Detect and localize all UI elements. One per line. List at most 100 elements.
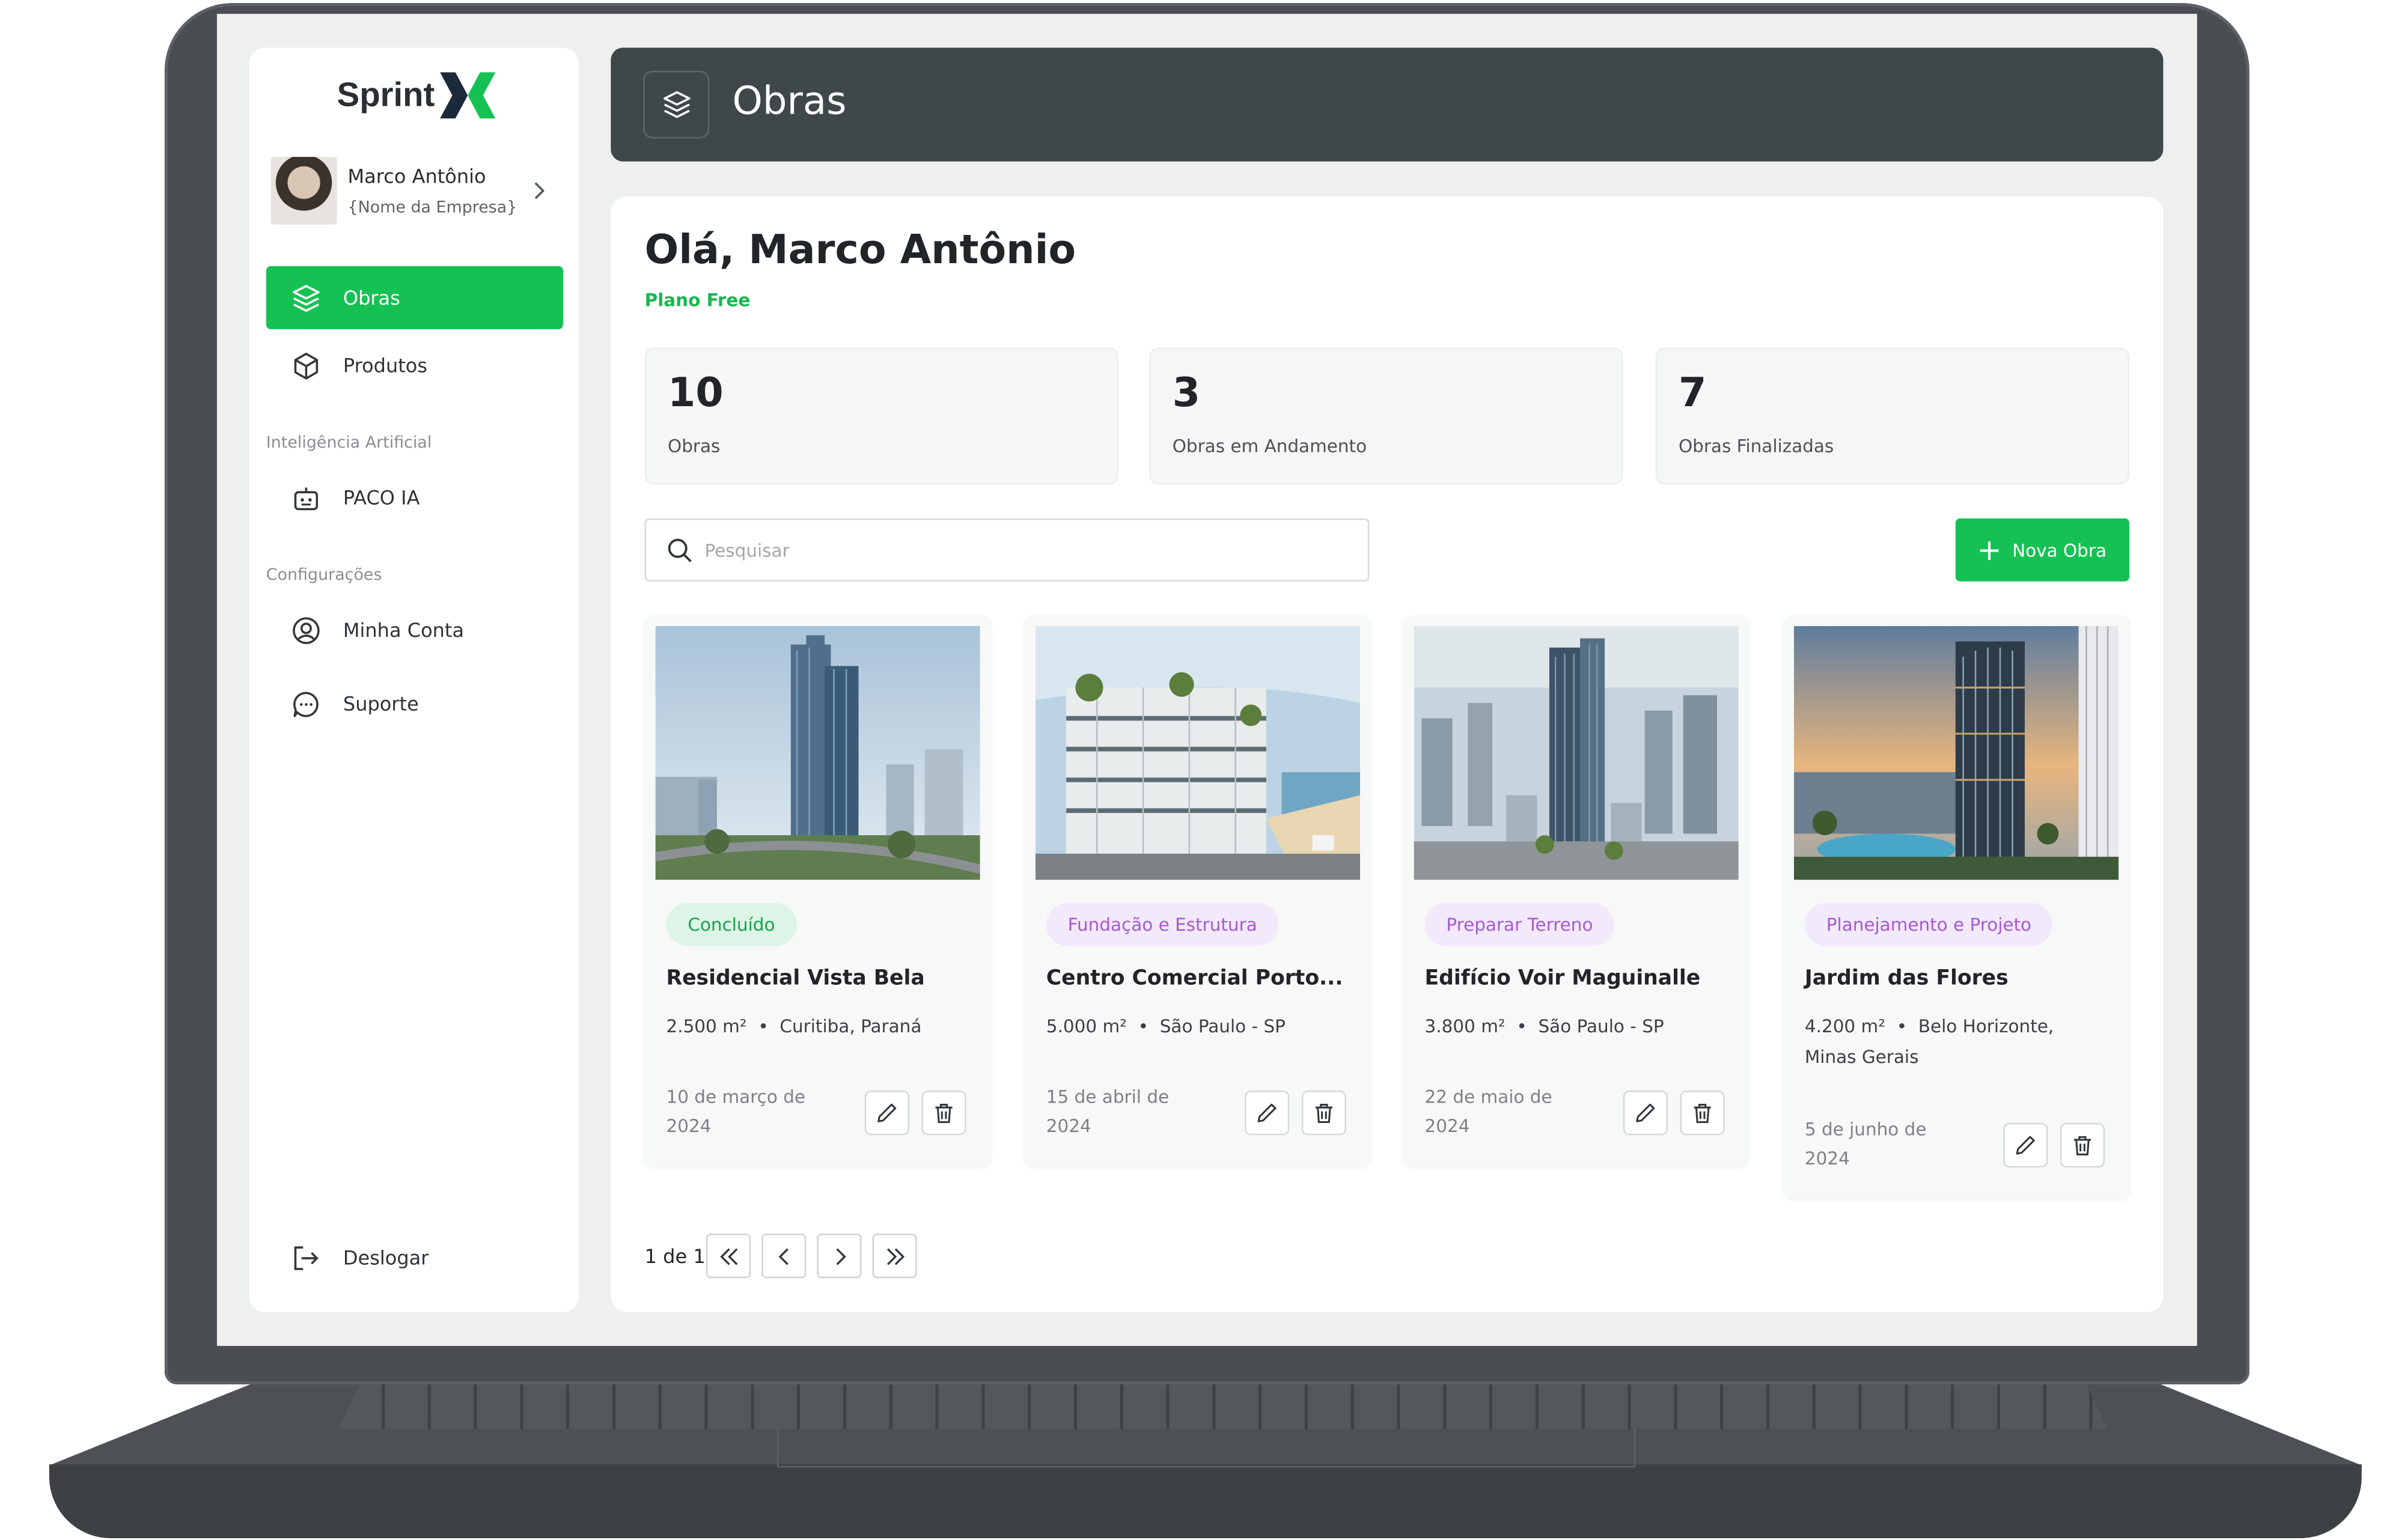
delete-button[interactable] (2060, 1122, 2105, 1168)
project-location: São Paulo - SP (1159, 1015, 1286, 1037)
status-badge: Preparar Terreno (1424, 902, 1615, 946)
layers-icon (293, 284, 320, 311)
edit-button[interactable] (1623, 1091, 1668, 1136)
pencil-icon (877, 1103, 897, 1122)
pencil-icon (1636, 1103, 1655, 1122)
sidebar-item-suporte[interactable]: Suporte (266, 672, 563, 735)
logo: Sprint (337, 69, 498, 121)
stat-label: Obras (668, 435, 721, 457)
chevron-right-icon (534, 182, 545, 199)
project-image (655, 625, 980, 880)
project-card[interactable]: Preparar Terreno Edifício Voir Maguinall… (1403, 615, 1750, 1166)
project-meta: 4.200 m² • Belo Horizonte, Minas Gerais (1805, 1011, 2082, 1072)
page-title: Obras (732, 78, 847, 123)
logout-button[interactable]: Deslogar (266, 1226, 563, 1289)
chevron-left-icon (778, 1247, 788, 1265)
status-badge: Concluído (666, 902, 797, 946)
search-placeholder: Pesquisar (704, 540, 790, 562)
delete-button[interactable] (1680, 1091, 1725, 1136)
trash-icon (935, 1104, 953, 1124)
project-date: 10 de março de 2024 (666, 1086, 805, 1137)
plan-label: Plano Free (644, 289, 751, 311)
prev-page-button[interactable] (761, 1234, 807, 1279)
search-input[interactable]: Pesquisar (644, 518, 1370, 582)
project-meta: 2.500 m² • Curitiba, Paraná (666, 1011, 974, 1041)
header-icon-box (643, 70, 710, 139)
project-date: 15 de abril de 2024 (1046, 1086, 1170, 1137)
project-date: 5 de junho de 2024 (1804, 1118, 1927, 1169)
edit-button[interactable] (2003, 1122, 2048, 1168)
last-page-button[interactable] (872, 1234, 917, 1279)
trash-icon (2073, 1136, 2091, 1155)
layers-icon (662, 91, 690, 118)
project-area: 3.800 m² (1424, 1015, 1506, 1037)
delete-button[interactable] (921, 1091, 966, 1136)
project-area: 2.500 m² (666, 1015, 747, 1037)
chevrons-right-icon (886, 1247, 904, 1265)
stat-card-em-andamento: 3 Obras em Andamento (1149, 347, 1623, 485)
trash-icon (1315, 1104, 1332, 1124)
stat-label: Obras Finalizadas (1678, 435, 1834, 457)
section-label-ai: Inteligência Artificial (266, 433, 432, 452)
pagination-status: 1 de 1 (644, 1244, 706, 1268)
stat-card-obras: 10 Obras (644, 347, 1119, 485)
plus-icon (1980, 540, 1999, 559)
user-company: {Nome da Empresa} (347, 198, 517, 217)
sidebar-item-label: Obras (343, 286, 400, 309)
laptop-base-edge (49, 1464, 2362, 1538)
user-name: Marco Antônio (347, 164, 486, 188)
project-location: Curitiba, Paraná (779, 1015, 922, 1037)
sidebar-item-label: PACO IA (343, 485, 420, 510)
stat-value: 10 (668, 370, 724, 417)
laptop-mockup: Sprint Marco Antônio {Nome da Empresa} O… (0, 0, 2403, 1540)
app-screen: Sprint Marco Antônio {Nome da Empresa} O… (216, 14, 2197, 1346)
delete-button[interactable] (1301, 1091, 1346, 1136)
next-page-button[interactable] (817, 1234, 862, 1279)
bullet-separator: • (1891, 1015, 1918, 1037)
avatar (270, 157, 337, 225)
project-area: 5.000 m² (1046, 1015, 1127, 1037)
project-name: Centro Comercial Porto... (1046, 966, 1343, 991)
new-obra-label: Nova Obra (2012, 539, 2107, 561)
project-meta: 5.000 m² • São Paulo - SP (1046, 1011, 1354, 1041)
stat-label: Obras em Andamento (1172, 435, 1367, 457)
status-badge: Planejamento e Projeto (1804, 902, 2053, 946)
pencil-icon (2016, 1136, 2035, 1155)
project-area: 4.200 m² (1804, 1015, 1885, 1037)
robot-icon (294, 487, 319, 510)
bullet-separator: • (1132, 1015, 1160, 1037)
project-card[interactable]: Planejamento e Projeto Jardim das Flores… (1783, 615, 2130, 1199)
sidebar-item-label: Suporte (343, 692, 419, 716)
project-card[interactable]: Concluído Residencial Vista Bela 2.500 m… (644, 615, 991, 1166)
project-meta: 3.800 m² • São Paulo - SP (1425, 1011, 1733, 1041)
sidebar-item-obras[interactable]: Obras (266, 266, 563, 329)
project-name: Jardim das Flores (1804, 966, 2009, 991)
edit-button[interactable] (864, 1091, 909, 1136)
logo-x-mark (439, 72, 495, 119)
project-image (1414, 625, 1739, 880)
project-name: Edifício Voir Maguinalle (1424, 966, 1701, 991)
logout-label: Deslogar (343, 1246, 429, 1269)
bullet-separator: • (752, 1015, 780, 1037)
box-icon (294, 352, 319, 379)
stat-card-finalizadas: 7 Obras Finalizadas (1655, 347, 2130, 485)
project-image (1035, 625, 1361, 880)
stat-value: 3 (1172, 370, 1201, 417)
project-image (1793, 625, 2119, 880)
sidebar-item-paco-ia[interactable]: PACO IA (266, 466, 563, 529)
first-page-button[interactable] (706, 1234, 751, 1279)
laptop-trackpad (776, 1427, 1636, 1468)
sidebar-item-minha-conta[interactable]: Minha Conta (266, 598, 563, 662)
bullet-separator: • (1511, 1015, 1539, 1037)
page-header: Obras (611, 47, 2164, 162)
section-label-config: Configurações (266, 566, 382, 585)
user-profile[interactable]: Marco Antônio {Nome da Empresa} (270, 156, 557, 230)
pencil-icon (1257, 1103, 1277, 1122)
project-card[interactable]: Fundação e Estrutura Centro Comercial Po… (1024, 615, 1371, 1166)
edit-button[interactable] (1245, 1091, 1290, 1136)
sidebar-item-produtos[interactable]: Produtos (266, 334, 563, 397)
greeting: Olá, Marco Antônio (644, 227, 1076, 274)
new-obra-button[interactable]: Nova Obra (1955, 518, 2130, 582)
main-content: Olá, Marco Antônio Plano Free 10 Obras 3… (611, 196, 2164, 1312)
trash-icon (1694, 1104, 1711, 1124)
